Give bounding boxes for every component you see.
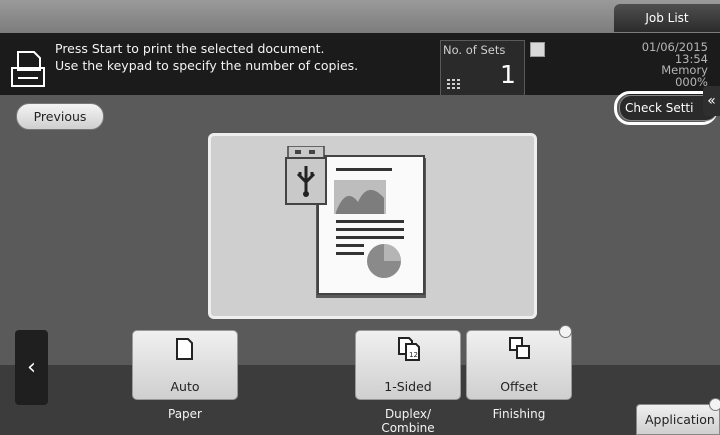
offset-icon	[509, 337, 530, 359]
status-message: Press Start to print the selected docume…	[55, 41, 359, 73]
usb-document-illustration	[285, 146, 426, 298]
duplex-label: Duplex/ Combine	[381, 407, 435, 435]
finishing-value: Offset	[500, 379, 538, 394]
svg-text:12: 12	[409, 351, 418, 359]
duplex-value: 1-Sided	[384, 379, 432, 394]
paper-icon	[176, 338, 193, 360]
sets-counter-icon	[530, 42, 545, 57]
finishing-status-dot	[559, 325, 572, 338]
previous-button[interactable]: Previous	[16, 103, 104, 130]
paper-label: Paper	[168, 407, 202, 421]
printer-icon	[11, 51, 45, 87]
keypad-icon	[447, 79, 460, 89]
application-button[interactable]: Application	[636, 404, 720, 435]
collapse-arrow-icon[interactable]: «	[703, 86, 720, 116]
scroll-left-icon[interactable]: ‹	[15, 330, 48, 405]
duplex-icon: 12	[398, 337, 420, 361]
application-status-dot	[709, 398, 720, 411]
sets-value[interactable]: 1	[500, 60, 516, 89]
sets-label: No. of Sets	[443, 43, 506, 57]
paper-value: Auto	[170, 379, 200, 394]
memory-value: 000%	[675, 74, 708, 89]
date-time-memory: 01/06/2015 13:54 Memory 000%	[598, 41, 708, 89]
finishing-label: Finishing	[492, 407, 546, 421]
job-list-button[interactable]: Job List	[614, 4, 720, 32]
top-strip	[0, 0, 720, 33]
